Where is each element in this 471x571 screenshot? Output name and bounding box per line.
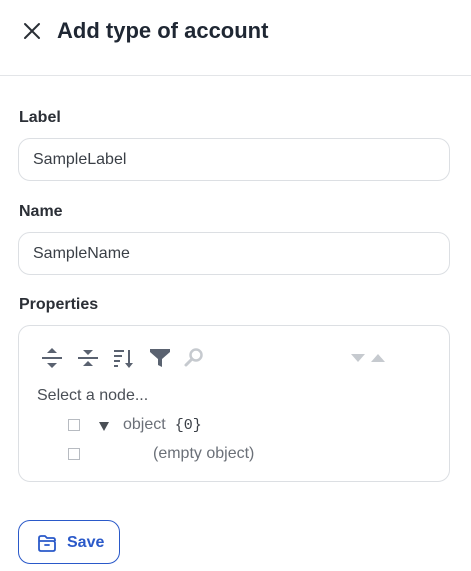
sort-icon (114, 350, 133, 368)
sort-button[interactable] (112, 346, 136, 370)
node-key: object (123, 416, 166, 433)
save-button[interactable]: Save (18, 520, 120, 564)
row-select-checkbox[interactable] (68, 448, 80, 460)
filter-button[interactable] (148, 346, 172, 370)
collapse-all-icon (78, 350, 98, 366)
expand-all-icon (42, 348, 62, 368)
properties-editor: Select a node... object {0} (empty objec… (18, 325, 450, 482)
tree-row-empty (68, 443, 80, 465)
empty-object-text: (empty object) (153, 443, 254, 465)
close-button[interactable] (20, 19, 44, 43)
dialog-header: Add type of account (0, 0, 471, 76)
save-button-label: Save (67, 534, 105, 551)
empty-object-label: (empty object) (153, 445, 255, 462)
close-icon (24, 23, 40, 39)
search-icon (184, 348, 203, 367)
tree-node-root[interactable]: object {0} (123, 414, 202, 436)
row-select-checkbox[interactable] (68, 419, 80, 431)
search-button[interactable] (182, 346, 206, 370)
node-path: Select a node... (37, 387, 149, 404)
node-count: {0} (174, 416, 202, 434)
next-match-icon (371, 354, 385, 362)
expand-toggle-icon[interactable] (99, 422, 109, 431)
properties-label: Properties (19, 296, 99, 313)
dialog-title: Add type of account (57, 18, 269, 43)
name-input[interactable] (18, 232, 450, 275)
next-match-button[interactable] (368, 346, 388, 370)
filter-icon (150, 349, 170, 367)
previous-match-button[interactable] (348, 346, 368, 370)
expand-all-button[interactable] (40, 346, 64, 370)
label-input[interactable] (18, 138, 450, 181)
tree-row-root (68, 414, 80, 436)
collapse-all-button[interactable] (76, 346, 100, 370)
label-field-label: Label (19, 109, 61, 126)
folder-open-icon (38, 535, 56, 552)
name-field-label: Name (19, 203, 63, 220)
previous-match-icon (351, 354, 365, 362)
